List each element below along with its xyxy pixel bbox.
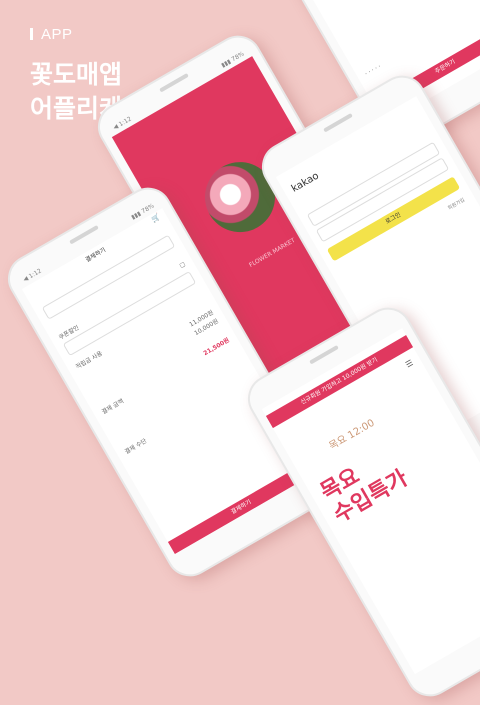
- phone-notch: [323, 113, 353, 133]
- coupon-button[interactable]: ▢: [178, 261, 187, 272]
- total-value: 21,500원: [202, 336, 231, 358]
- kakao-brand: kakao: [289, 170, 321, 195]
- app-tag: APP: [30, 26, 73, 43]
- signup-link[interactable]: 회원가입: [447, 196, 466, 211]
- promo-time: 목요 12:00: [327, 417, 377, 453]
- total-label: 결제 금액: [100, 397, 126, 416]
- top-row: · · · · ·· · ·: [363, 63, 383, 78]
- method-label: 결제 수단: [123, 437, 149, 456]
- menu-icon[interactable]: ☰: [404, 358, 415, 369]
- point-label: 적립금 사용: [74, 350, 104, 371]
- tag-bar: [30, 28, 33, 40]
- tag-label: APP: [41, 26, 73, 43]
- phone-notch: [309, 345, 339, 365]
